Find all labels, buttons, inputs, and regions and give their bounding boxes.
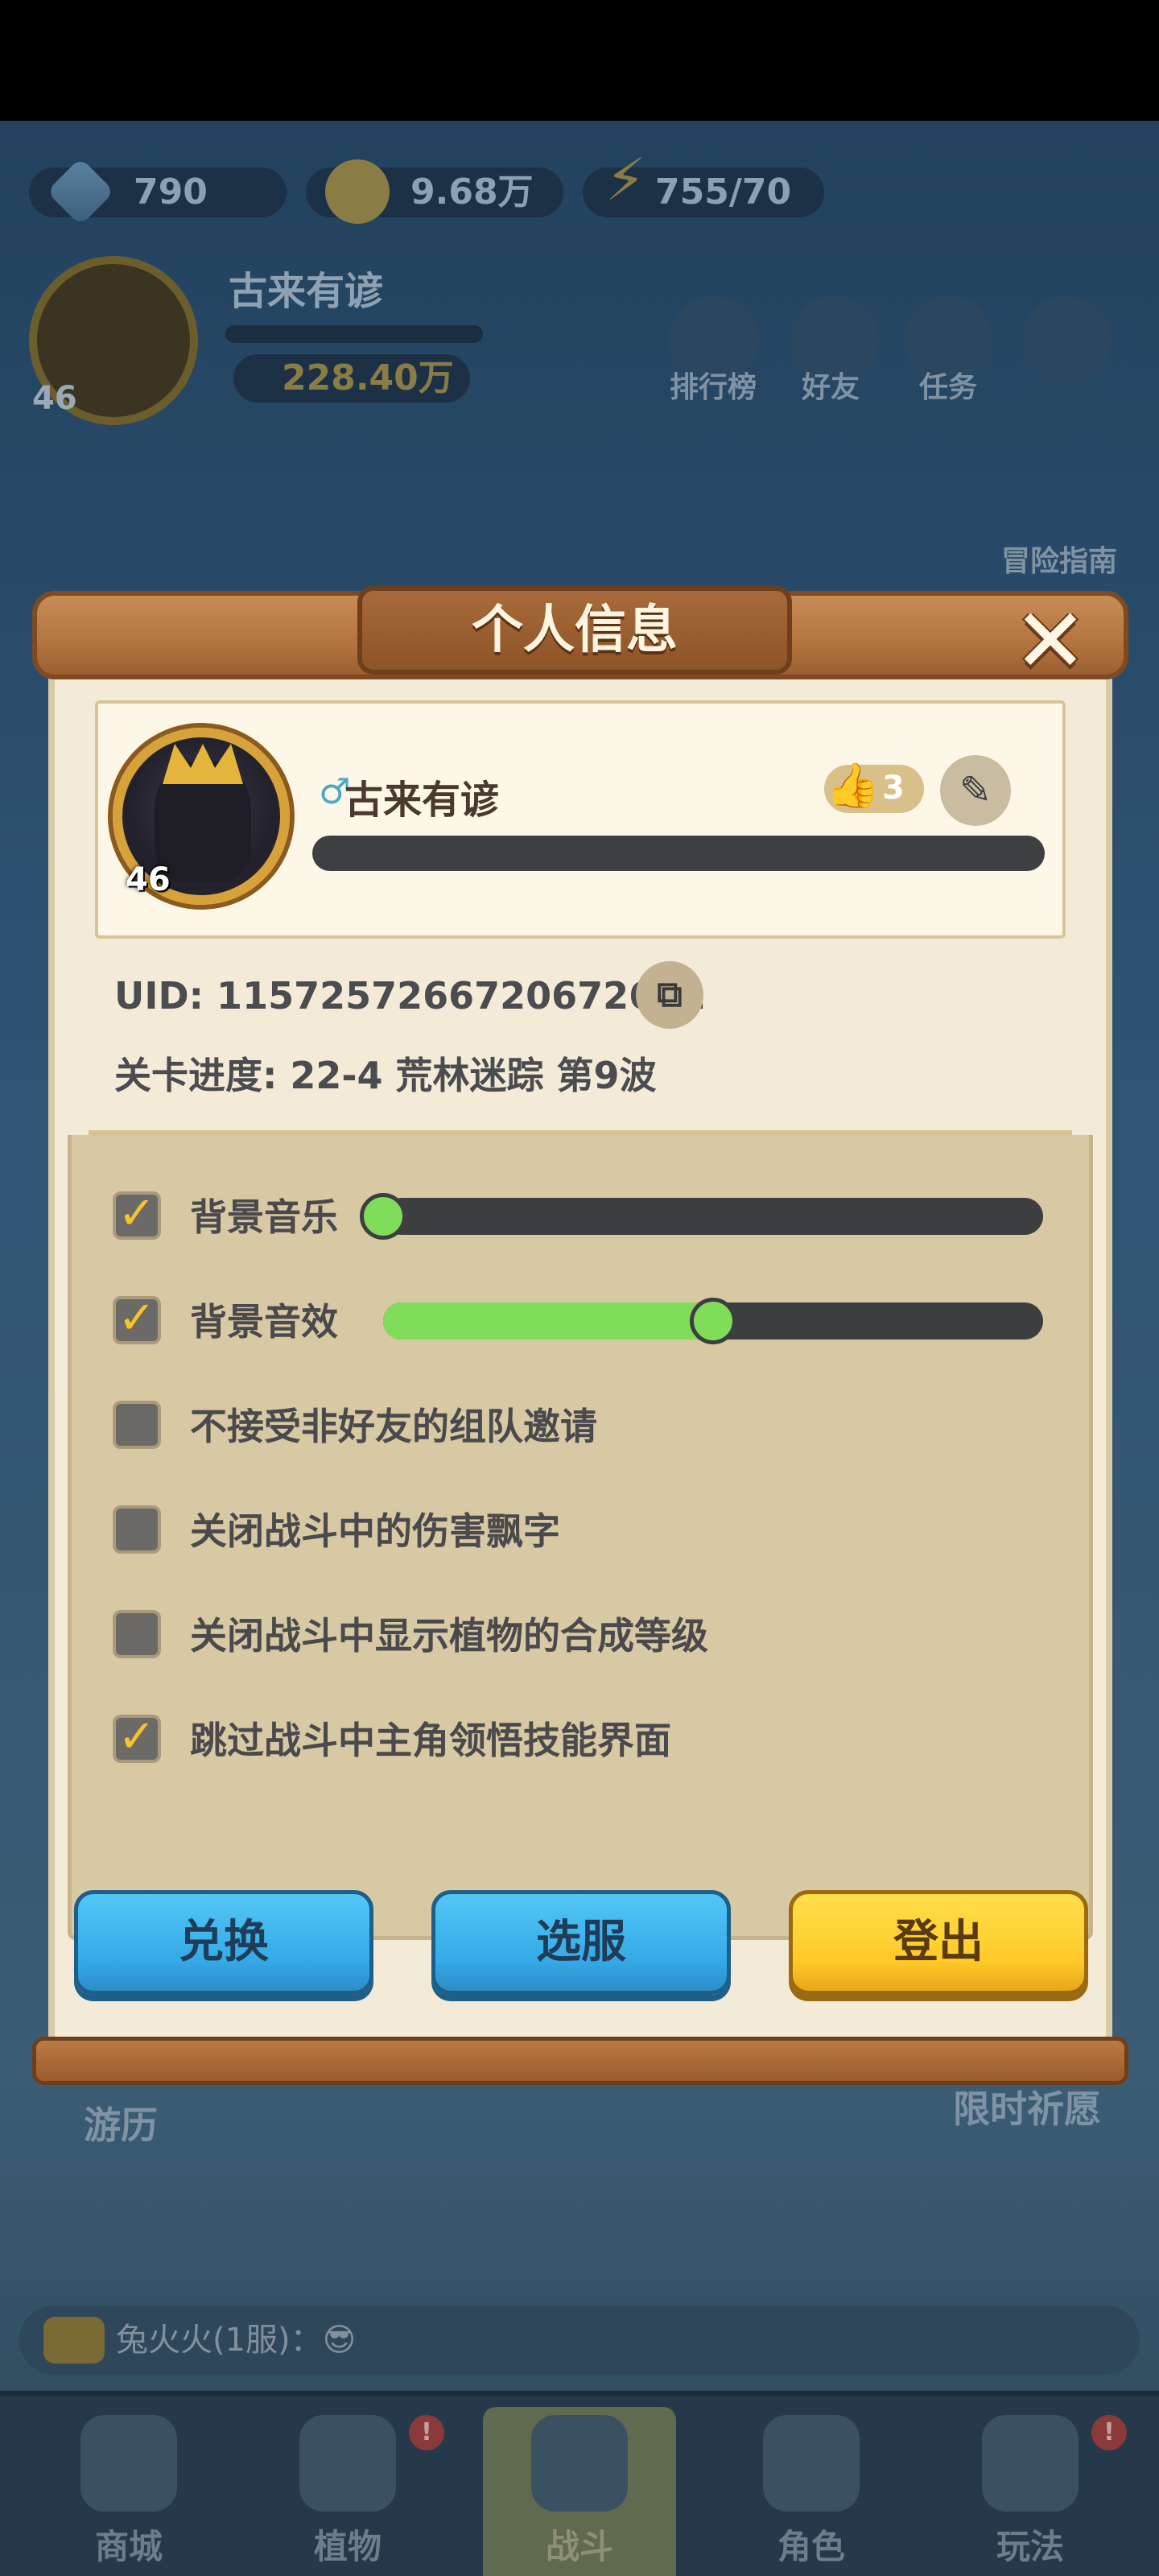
chat-icon	[43, 2317, 105, 2363]
plant-level-checkbox[interactable]	[113, 1610, 161, 1658]
thumbs-up-icon: 👍	[826, 760, 881, 811]
status-bar	[0, 0, 1159, 121]
dialog-title: 个人信息	[357, 586, 792, 675]
coin-icon	[325, 159, 390, 224]
team-invite-label: 不接受非好友的组队邀请	[190, 1405, 597, 1448]
avatar-level: 46	[126, 861, 171, 898]
player-name: 古来有谚	[344, 778, 500, 823]
power-value-background: 228.40万	[233, 354, 470, 402]
select-server-button[interactable]: 选服	[431, 1890, 731, 1995]
stamina-counter[interactable]: 755/70	[583, 155, 824, 217]
copy-icon[interactable]: ⧉	[636, 961, 703, 1029]
bgm-checkbox[interactable]: ✓	[113, 1191, 161, 1240]
skip-skill-label: 跳过战斗中主角领悟技能界面	[190, 1719, 671, 1762]
bgm-label: 背景音乐	[190, 1195, 338, 1239]
tab-label: 角色	[777, 2527, 845, 2566]
exp-bar-background	[225, 325, 483, 343]
tab-label: 玩法	[996, 2527, 1064, 2566]
tour-label[interactable]: 游历	[84, 2096, 158, 2149]
team-invite-checkbox[interactable]	[113, 1401, 161, 1449]
uid-text: UID: 1157257266720672622	[114, 974, 707, 1018]
diamond-value: 790	[134, 171, 208, 213]
dialog-footer-scroll	[32, 2037, 1128, 2085]
sfx-slider-fill	[383, 1302, 713, 1340]
plant-icon	[299, 2415, 396, 2512]
tab-label: 战斗	[545, 2527, 613, 2566]
stage-progress: 关卡进度: 22-4 荒林迷踪 第9波	[114, 1054, 657, 1097]
player-level-background: 46	[32, 380, 77, 417]
nav-tasks-label: 任务	[919, 371, 978, 404]
stamina-value: 755/70	[655, 171, 792, 213]
nav-leaderboard-label: 排行榜	[670, 371, 757, 404]
close-icon[interactable]: ✕	[1006, 597, 1095, 687]
gold-value: 9.68万	[410, 171, 534, 213]
tab-battle[interactable]: 战斗	[483, 2407, 676, 2576]
nav-friends-label: 好友	[802, 371, 860, 404]
edit-icon[interactable]: ✎	[940, 755, 1011, 826]
player-name-background: 古来有谚	[229, 269, 384, 314]
wish-label[interactable]: 限时祈愿	[953, 2080, 1101, 2133]
bgm-slider-knob[interactable]	[360, 1193, 406, 1240]
tab-plants[interactable]: 植物 !	[251, 2407, 444, 2576]
skip-skill-checkbox[interactable]: ✓	[113, 1715, 161, 1763]
sfx-slider-knob[interactable]	[690, 1298, 736, 1344]
character-icon	[763, 2415, 860, 2512]
tab-label: 商城	[94, 2527, 163, 2566]
diamond-icon	[46, 157, 115, 226]
gold-counter[interactable]: 9.68万	[306, 159, 563, 224]
diamond-counter[interactable]: 790	[29, 157, 287, 226]
menu-icon[interactable]	[1022, 296, 1111, 385]
shop-icon	[80, 2415, 177, 2512]
notification-badge: !	[409, 2415, 444, 2450]
personal-info-dialog: 个人信息 ✕ 46 ♂ 古来有谚 👍 3 ✎ UID: 115725726672…	[32, 564, 1128, 2085]
logout-button[interactable]: 登出	[789, 1890, 1088, 1995]
lightning-icon	[602, 155, 666, 224]
battle-icon	[531, 2415, 628, 2512]
play-icon	[982, 2415, 1079, 2512]
bgm-slider[interactable]	[360, 1193, 1043, 1240]
tab-play[interactable]: 玩法 !	[934, 2407, 1127, 2576]
like-badge[interactable]: 👍 3	[824, 760, 924, 813]
sfx-checkbox[interactable]: ✓	[113, 1296, 161, 1344]
damage-text-label: 关闭战斗中的伤害飘字	[190, 1509, 560, 1553]
exp-bar	[312, 836, 1045, 871]
chat-message: 兔火火(1服)：😎	[116, 2322, 357, 2359]
tab-label: 植物	[313, 2527, 382, 2566]
profile-card: 46 ♂ 古来有谚 👍 3 ✎	[95, 700, 1066, 939]
like-count: 3	[882, 770, 905, 807]
tab-character[interactable]: 角色	[715, 2407, 908, 2576]
damage-text-checkbox[interactable]	[113, 1505, 161, 1554]
sfx-label: 背景音效	[190, 1300, 338, 1344]
chat-bar[interactable]: 兔火火(1服)：😎	[19, 2306, 1140, 2375]
crown-icon	[163, 744, 243, 784]
tab-shop[interactable]: 商城	[32, 2407, 225, 2576]
plant-level-label: 关闭战斗中显示植物的合成等级	[190, 1614, 708, 1657]
redeem-button[interactable]: 兑换	[74, 1890, 373, 1995]
notification-badge: !	[1091, 2415, 1127, 2450]
sfx-slider[interactable]	[383, 1298, 1043, 1344]
